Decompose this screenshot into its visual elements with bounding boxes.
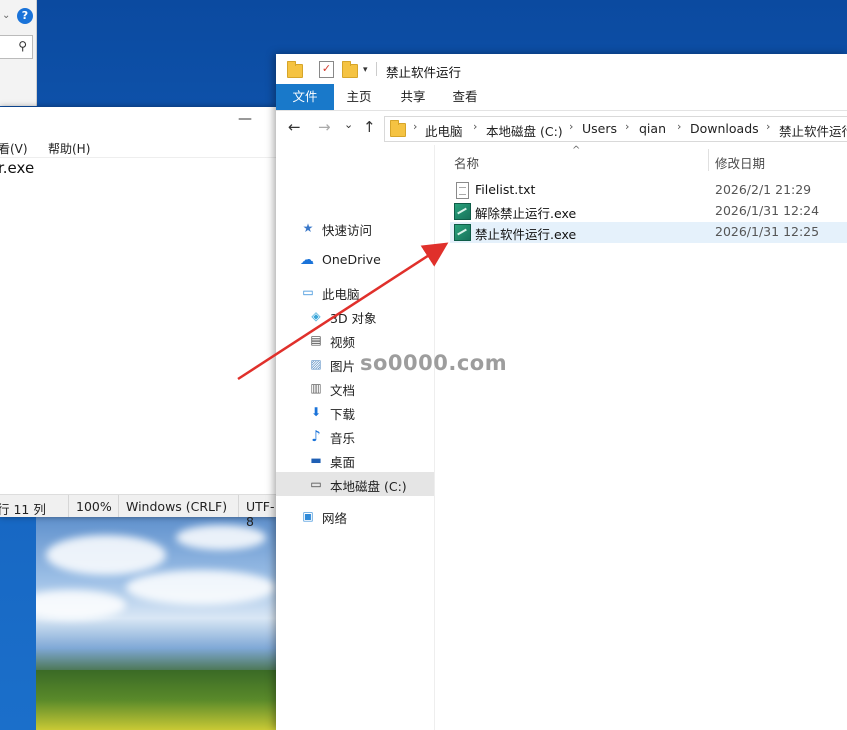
red-arrow-line	[237, 242, 449, 381]
annotation-arrow	[237, 242, 449, 381]
